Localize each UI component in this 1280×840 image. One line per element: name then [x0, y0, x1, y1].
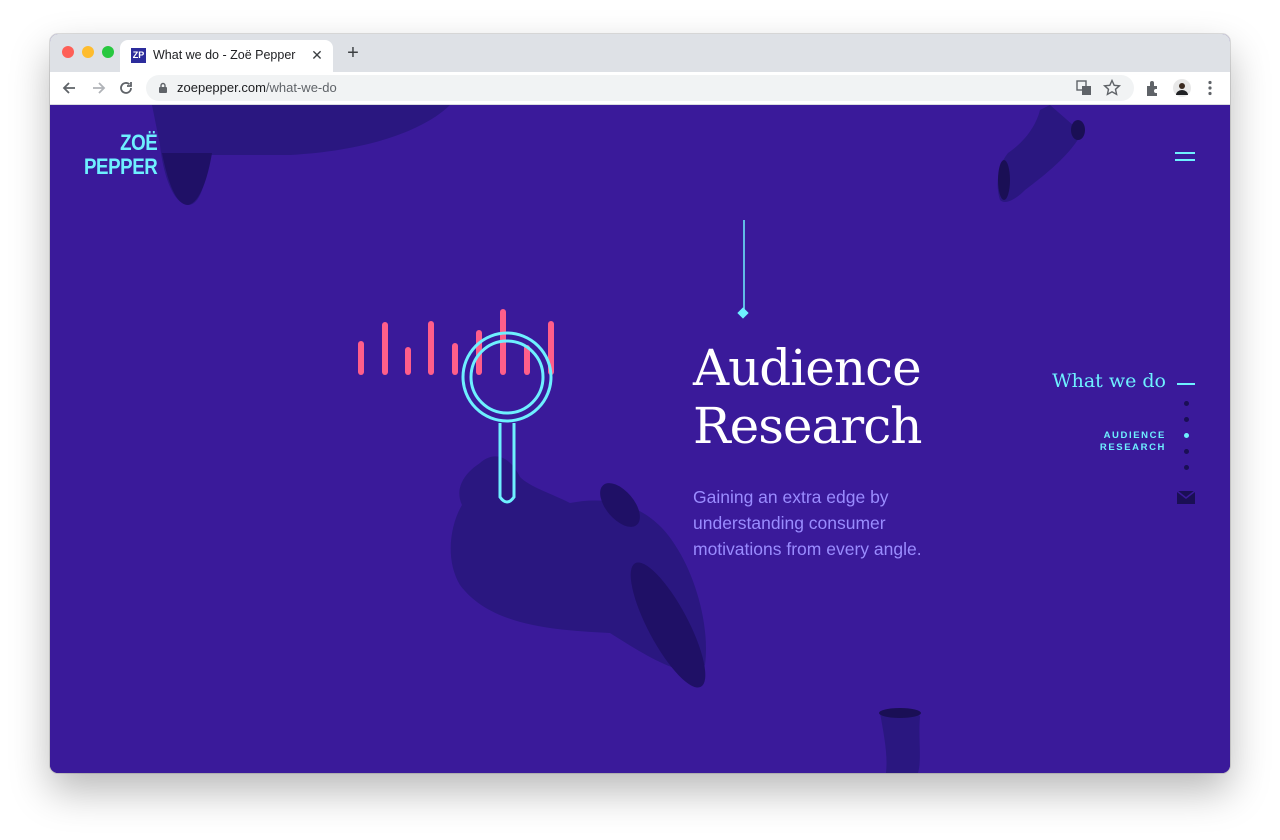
url-path: /what-we-do — [265, 80, 337, 95]
address-bar[interactable]: zoepepper.com/what-we-do — [146, 75, 1134, 101]
reload-icon[interactable] — [116, 78, 136, 98]
mail-icon[interactable] — [1177, 491, 1195, 504]
logo-line-2: PEPPER — [84, 154, 158, 179]
page-title: Audience Research — [693, 339, 922, 455]
tab-bar: ZP What we do - Zoë Pepper ✕ + — [50, 34, 1230, 72]
current-item-line-2: RESEARCH — [1099, 442, 1166, 453]
side-nav-active-line — [1177, 383, 1195, 385]
close-icon[interactable]: ✕ — [309, 47, 325, 63]
menu-icon[interactable] — [1200, 78, 1220, 98]
background-illustration — [152, 105, 1085, 773]
site-logo[interactable]: ZOË PEPPER — [84, 130, 158, 179]
minimize-window-button[interactable] — [82, 46, 94, 58]
title-line-1: Audience — [693, 339, 922, 397]
star-icon[interactable] — [1102, 78, 1122, 98]
title-line-2: Research — [693, 397, 922, 455]
url-text: zoepepper.com/what-we-do — [177, 80, 337, 95]
current-item-line-1: AUDIENCE — [1103, 430, 1166, 441]
diamond-marker — [737, 307, 749, 319]
back-icon[interactable] — [60, 78, 80, 98]
side-nav-dot[interactable] — [1184, 449, 1189, 454]
hamburger-menu-icon[interactable] — [1175, 152, 1195, 166]
maximize-window-button[interactable] — [102, 46, 114, 58]
favicon: ZP — [131, 48, 146, 63]
web-page: ZOË PEPPER Audience Research Gaining an … — [50, 105, 1230, 773]
side-nav-dot-active[interactable] — [1184, 433, 1189, 438]
browser-window: ZP What we do - Zoë Pepper ✕ + zoepepper… — [50, 34, 1230, 773]
profile-avatar[interactable] — [1172, 78, 1192, 98]
browser-toolbar: zoepepper.com/what-we-do — [50, 72, 1230, 105]
translate-icon[interactable] — [1074, 78, 1094, 98]
logo-line-1: ZOË — [120, 130, 158, 155]
sound-bars — [358, 309, 554, 375]
close-window-button[interactable] — [62, 46, 74, 58]
tab-title: What we do - Zoë Pepper — [153, 48, 296, 62]
lock-icon — [159, 82, 167, 93]
side-nav-dot[interactable] — [1184, 417, 1189, 422]
new-tab-icon[interactable]: + — [343, 43, 363, 64]
side-nav-section-title[interactable]: What we do — [1052, 370, 1166, 392]
forward-icon[interactable] — [88, 78, 108, 98]
active-tab[interactable]: ZP What we do - Zoë Pepper ✕ — [120, 40, 333, 72]
extensions-icon[interactable] — [1143, 78, 1163, 98]
url-host: zoepepper.com — [177, 80, 266, 95]
page-description: Gaining an extra edge by understanding c… — [693, 487, 922, 559]
side-nav-dot[interactable] — [1184, 465, 1189, 470]
side-nav-current-item[interactable]: AUDIENCE RESEARCH — [1100, 430, 1166, 454]
side-nav-dot[interactable] — [1184, 401, 1189, 406]
